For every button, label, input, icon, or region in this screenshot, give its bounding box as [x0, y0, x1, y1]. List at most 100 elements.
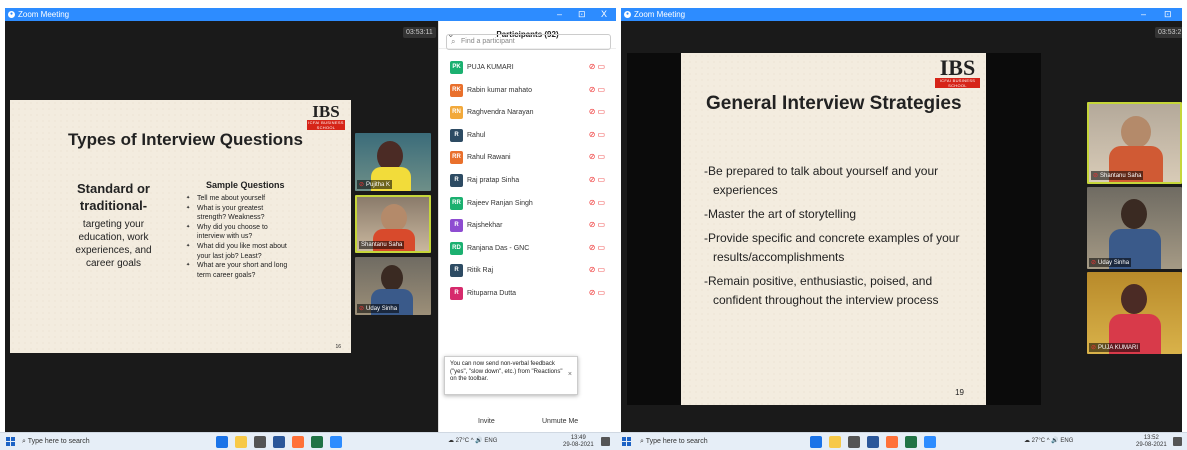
video-tile-1[interactable]: ⊘ Pujitha K — [355, 133, 431, 191]
muted-mic-icon: ⊘ — [1093, 173, 1099, 179]
tray-icons[interactable]: ^ 🔊 — [471, 438, 485, 444]
left-body-line: targeting your — [82, 219, 145, 230]
zoom-taskbar-icon[interactable] — [924, 436, 936, 448]
edge-icon[interactable] — [216, 436, 228, 448]
muted-mic-and-video-icon: ⊘▭ — [588, 242, 607, 252]
minimize-button[interactable]: – — [1141, 8, 1146, 21]
sample-question-line: interview with us? — [197, 233, 253, 241]
strategy-bullets: -Be prepared to talk about yourself and … — [704, 162, 984, 315]
find-participant-input[interactable]: ⌕ Find a participant — [446, 34, 611, 50]
zoom-taskbar-icon[interactable] — [330, 436, 342, 448]
restore-button[interactable]: ⊡ — [578, 8, 586, 21]
shared-slide: IBS ICFAI BUSINESS SCHOOL Types of Inter… — [10, 100, 351, 353]
slide-title: Types of Interview Questions — [68, 130, 303, 149]
participant-row[interactable]: R Rituparna Dutta ⊘▭ — [439, 283, 616, 306]
bullet-icon: ✦ — [186, 242, 191, 249]
windows-start-icon[interactable] — [622, 437, 632, 447]
notification-icon[interactable] — [601, 437, 610, 446]
tile-name-1: ⊘ Pujitha K — [357, 180, 393, 189]
zoom-app-icon: ● — [8, 11, 15, 18]
invite-button[interactable]: Invite — [478, 418, 495, 425]
sample-question-line: ✦ Tell me about yourself — [186, 195, 266, 202]
tile-name-2: Shantanu Saha — [359, 241, 405, 249]
left-body-line: experiences, and — [75, 245, 152, 256]
edge-icon[interactable] — [810, 436, 822, 448]
participant-row[interactable]: RK Rabin kumar mahato ⊘▭ — [439, 80, 616, 103]
firefox-icon[interactable] — [292, 436, 304, 448]
taskbar-apps — [216, 436, 342, 448]
slide-title: General Interview Strategies — [706, 93, 962, 114]
participant-row[interactable]: R Rahul ⊘▭ — [439, 125, 616, 148]
muted-mic-and-video-icon: ⊘▭ — [588, 84, 607, 94]
participant-avatar: RK — [450, 83, 463, 97]
strategy-bullet: -Be prepared to talk about yourself and … — [704, 162, 984, 200]
participant-row[interactable]: RD Ranjana Das - GNC ⊘▭ — [439, 238, 616, 261]
taskbar-apps — [810, 436, 936, 448]
taskbar-search-box[interactable]: ⌕ Type here to search — [640, 435, 800, 449]
store-icon[interactable] — [254, 436, 266, 448]
minimize-button[interactable]: – — [557, 8, 562, 21]
sample-question-line: strength? Weakness? — [197, 214, 265, 222]
file-explorer-icon[interactable] — [235, 436, 247, 448]
notification-icon[interactable] — [1173, 437, 1182, 446]
muted-mic-icon: ⊘ — [1091, 345, 1097, 351]
video-tile-3[interactable]: ⊘ Uday Sinha — [355, 257, 431, 315]
video-tile-2-active-speaker[interactable]: Shantanu Saha — [355, 195, 431, 253]
tray-icons[interactable]: ^ 🔊 — [1047, 438, 1061, 444]
muted-mic-and-video-icon: ⊘▭ — [588, 265, 607, 275]
close-icon[interactable]: × — [568, 371, 572, 379]
participant-row[interactable]: R Rajshekhar ⊘▭ — [439, 215, 616, 238]
system-tray: ☁ 27°C ^ 🔊 ENG — [448, 438, 498, 444]
bullet-icon: ✦ — [186, 223, 191, 230]
tile-name-2: ⊘ Uday Sinha — [1089, 258, 1132, 267]
video-tile-2[interactable]: ⊘ Uday Sinha — [1087, 187, 1182, 269]
participant-avatar: R — [450, 286, 463, 300]
participant-name: Rajshekhar — [467, 222, 503, 230]
word-icon[interactable] — [273, 436, 285, 448]
video-tile-3[interactable]: ⊘ PUJA KUMARI — [1087, 272, 1182, 354]
taskbar-clock[interactable]: 13:49 29-08-2021 — [563, 435, 594, 449]
tile-name-3: ⊘ PUJA KUMARI — [1089, 343, 1141, 352]
store-icon[interactable] — [848, 436, 860, 448]
participant-row[interactable]: RN Raghvendra Narayan ⊘▭ — [439, 102, 616, 125]
strategy-bullet: -Remain positive, enthusiastic, poised, … — [704, 272, 984, 310]
excel-icon[interactable] — [311, 436, 323, 448]
word-icon[interactable] — [867, 436, 879, 448]
strategy-bullet-line: -Master the art of storytelling — [704, 207, 857, 221]
muted-mic-and-video-icon: ⊘▭ — [588, 174, 607, 184]
firefox-icon[interactable] — [886, 436, 898, 448]
participant-avatar: RD — [450, 241, 463, 255]
tile-name-3: ⊘ Uday Sinha — [357, 304, 400, 313]
left-title-bar: ● Zoom Meeting – ⊡ X — [5, 8, 616, 21]
sample-questions-heading: Sample Questions — [206, 180, 285, 190]
taskbar-search-box[interactable]: ⌕ Type here to search — [22, 435, 182, 449]
windows-start-icon[interactable] — [6, 437, 16, 447]
right-app-title: Zoom Meeting — [634, 10, 686, 19]
participant-avatar: PK — [450, 61, 463, 74]
participant-avatar: R — [450, 264, 463, 278]
ibs-logo: IBS ICFAI BUSINESS SCHOOL — [935, 57, 980, 88]
participant-name: Rahul Rawani — [467, 154, 511, 162]
participant-row[interactable]: R Raj pratap Sinha ⊘▭ — [439, 170, 616, 193]
participant-row[interactable]: PK PUJA KUMARI ⊘▭ — [439, 57, 616, 80]
bullet-icon: ✦ — [186, 262, 191, 269]
muted-mic-icon: ⊘ — [1091, 260, 1097, 266]
participant-name: Raj pratap Sinha — [467, 176, 520, 184]
file-explorer-icon[interactable] — [829, 436, 841, 448]
muted-mic-icon: ⊘ — [359, 306, 365, 312]
muted-mic-and-video-icon: ⊘▭ — [588, 197, 607, 207]
video-tile-1-active-speaker[interactable]: ⊘ Shantanu Saha — [1087, 102, 1182, 184]
excel-icon[interactable] — [905, 436, 917, 448]
taskbar-clock[interactable]: 13:52 29-08-2021 — [1136, 435, 1167, 449]
close-button[interactable]: X — [601, 8, 607, 21]
restore-button[interactable]: ⊡ — [1164, 8, 1172, 21]
right-taskbar: ⌕ Type here to search ☁ 27°C ^ 🔊 ENG 13:… — [616, 432, 1187, 450]
shared-slide: IBS ICFAI BUSINESS SCHOOL General Interv… — [681, 53, 986, 405]
zoom-app-icon: ● — [624, 11, 631, 18]
participant-row[interactable]: RR Rajeev Ranjan Singh ⊘▭ — [439, 193, 616, 216]
unmute-me-button[interactable]: Unmute Me — [542, 418, 578, 425]
participant-row[interactable]: RR Rahul Rawani ⊘▭ — [439, 147, 616, 170]
participant-row[interactable]: R Ritik Raj ⊘▭ — [439, 260, 616, 283]
strategy-bullet-line: -Provide specific and concrete examples … — [704, 231, 960, 245]
left-taskbar: ⌕ Type here to search ☁ 27°C ^ 🔊 ENG 13:… — [0, 432, 616, 450]
